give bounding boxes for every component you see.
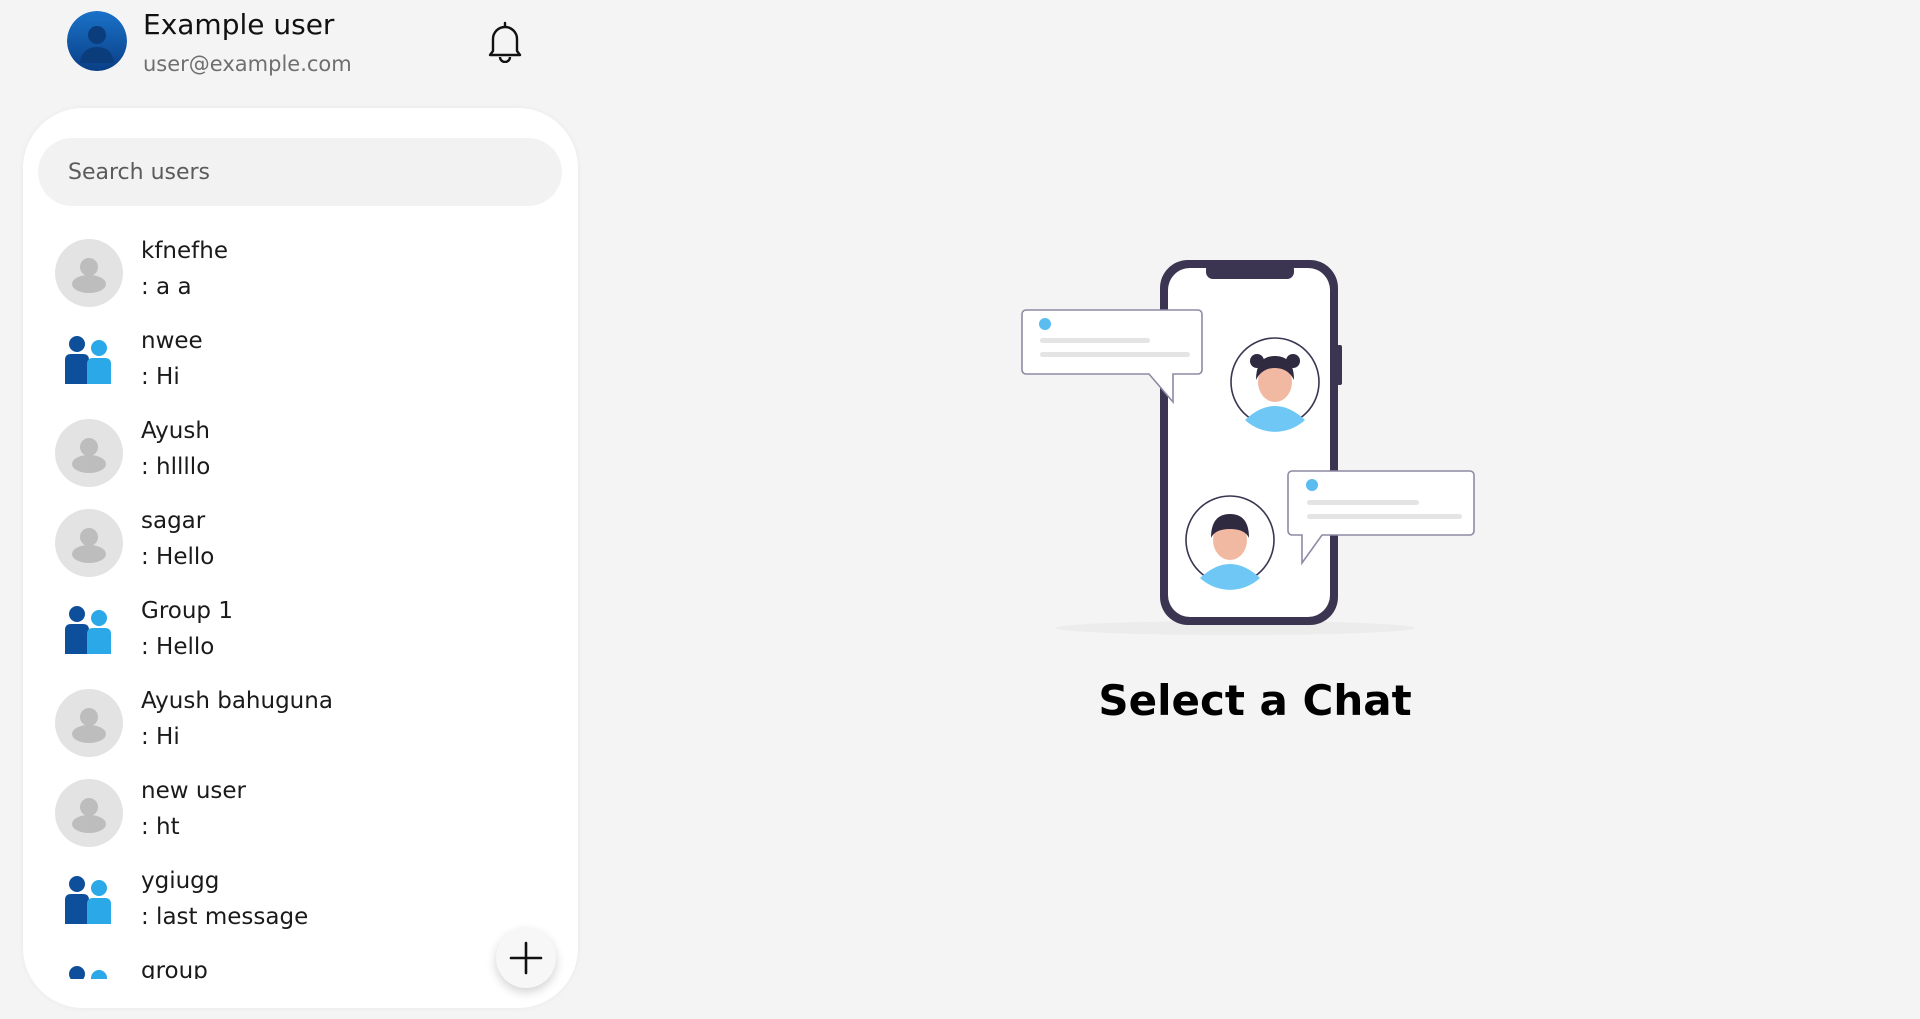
chat-last-message: : Hello — [141, 634, 215, 660]
list-item[interactable]: Ayush : hllllo — [23, 408, 578, 498]
list-item[interactable]: Ayush bahuguna : Hi — [23, 678, 578, 768]
chat-sidebar: kfnefhe : a a nwee : Hi Ayush : hllllo s… — [23, 108, 578, 1008]
chat-name: Ayush bahuguna — [141, 688, 333, 714]
chat-name: sagar — [141, 508, 206, 534]
profile-email: user@example.com — [143, 52, 352, 76]
list-item[interactable]: ygiugg : last message — [23, 858, 578, 948]
empty-state-title: Select a Chat — [1098, 676, 1412, 725]
list-item[interactable]: Group 1 : Hello — [23, 588, 578, 678]
default-user-icon — [55, 689, 123, 757]
phone-chat-illustration — [1020, 255, 1490, 645]
chat-name: Group 1 — [141, 598, 233, 624]
chat-name: Ayush — [141, 418, 210, 444]
search-input[interactable] — [38, 138, 562, 206]
group-icon — [65, 336, 111, 384]
list-item[interactable]: sagar : Hello — [23, 498, 578, 588]
chat-name: group — [141, 958, 208, 979]
chat-last-message: : Hello — [141, 544, 215, 570]
chat-list[interactable]: kfnefhe : a a nwee : Hi Ayush : hllllo s… — [23, 228, 578, 979]
list-item[interactable]: nwee : Hi — [23, 318, 578, 408]
chat-last-message: : hllllo — [141, 454, 211, 480]
chat-name: ygiugg — [141, 868, 220, 894]
chat-last-message: : Hi — [141, 364, 180, 390]
new-chat-button[interactable] — [496, 928, 556, 988]
list-item[interactable]: kfnefhe : a a — [23, 228, 578, 318]
bell-icon[interactable] — [485, 19, 525, 64]
group-icon — [65, 966, 111, 979]
profile-header: Example user user@example.com — [67, 0, 537, 90]
list-item[interactable]: new user : ht — [23, 768, 578, 858]
chat-name: kfnefhe — [141, 238, 228, 264]
chat-last-message: : a a — [141, 274, 192, 300]
profile-name: Example user — [143, 8, 335, 41]
group-icon — [65, 606, 111, 654]
chat-name: new user — [141, 778, 247, 804]
user-avatar-icon[interactable] — [67, 11, 127, 71]
default-user-icon — [55, 419, 123, 487]
chat-name: nwee — [141, 328, 203, 354]
chat-last-message: : Hi — [141, 724, 180, 750]
list-item[interactable]: group — [23, 948, 578, 979]
plus-icon — [509, 941, 543, 975]
default-user-icon — [55, 779, 123, 847]
chat-last-message: : last message — [141, 904, 309, 930]
default-user-icon — [55, 509, 123, 577]
chat-last-message: : ht — [141, 814, 180, 840]
group-icon — [65, 876, 111, 924]
default-user-icon — [55, 239, 123, 307]
